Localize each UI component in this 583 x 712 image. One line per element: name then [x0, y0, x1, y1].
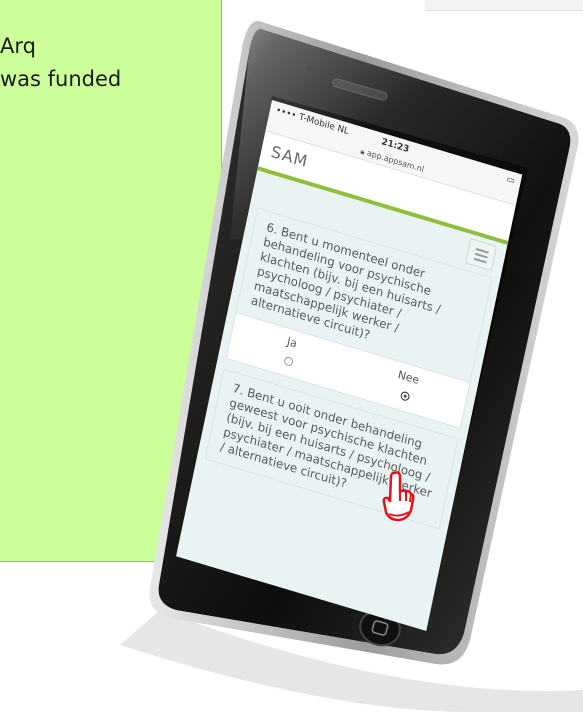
radio-nee-selected[interactable] — [399, 390, 410, 402]
hamburger-icon[interactable] — [465, 237, 498, 272]
lock-icon: 🔒︎ — [359, 146, 366, 157]
app-title: SAM — [269, 141, 310, 172]
radio-ja[interactable] — [282, 355, 294, 367]
pointing-hand-icon — [381, 470, 415, 522]
